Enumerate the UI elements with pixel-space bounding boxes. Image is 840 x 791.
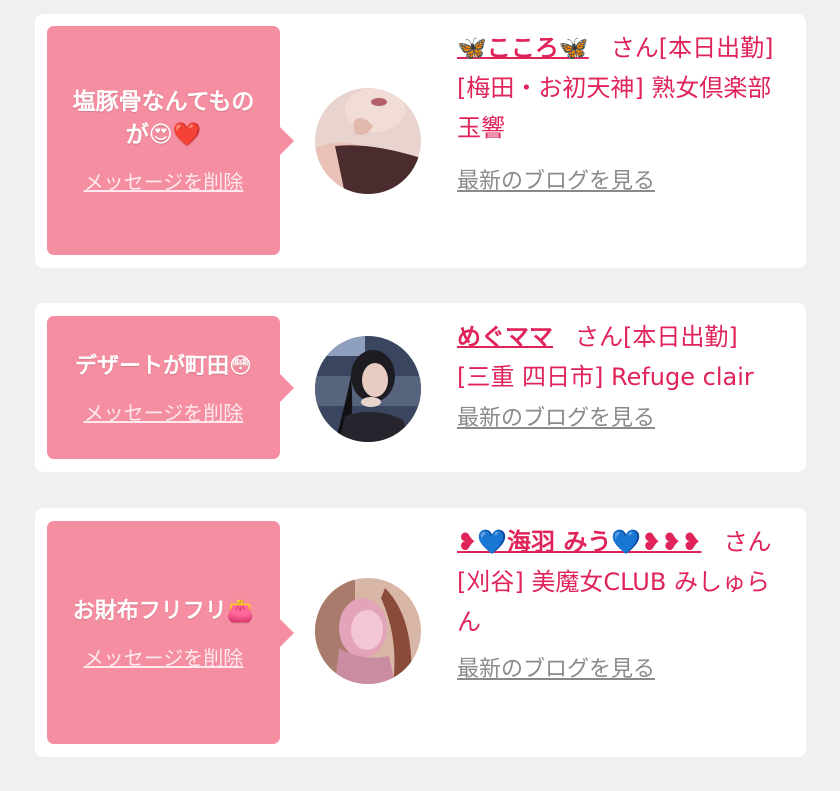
profile-photo-icon — [315, 578, 421, 684]
message-bubble: お財布フリフリ👛 メッセージを削除 — [47, 521, 280, 744]
profile-photo-icon — [315, 336, 421, 442]
work-status: [本日出勤] — [623, 323, 738, 351]
message-text: デザートが町田😳 — [75, 353, 252, 379]
sender-name-link[interactable]: 🦋こころ🦋 — [457, 34, 589, 62]
profile-photo-icon — [315, 88, 421, 194]
latest-blog-link[interactable]: 最新のブログを見る — [457, 650, 655, 690]
avatar[interactable] — [315, 336, 421, 442]
message-card: お財布フリフリ👛 メッセージを削除 ❥💙海羽 みう💙❥❥❥ さん [刈谷] 美魔女… — [35, 508, 806, 757]
message-text: 塩豚骨なんてものが😍❤️ — [72, 89, 255, 148]
avatar[interactable] — [315, 578, 421, 684]
honorific: さん — [610, 34, 659, 62]
latest-blog-link[interactable]: 最新のブログを見る — [457, 399, 655, 439]
honorific: さん — [723, 528, 772, 556]
shop-name: [梅田・お初天神] 熟女倶楽部 玉響 — [457, 74, 772, 142]
sender-info: 🦋こころ🦋 さん[本日出勤] [梅田・お初天神] 熟女倶楽部 玉響 最新のブログを… — [457, 28, 787, 202]
message-card: デザートが町田😳 メッセージを削除 めぐママ さん[本日出勤] [三重 四日市] … — [35, 303, 806, 472]
sender-info: ❥💙海羽 みう💙❥❥❥ さん [刈谷] 美魔女CLUB みしゅらん 最新のブログを… — [457, 522, 787, 690]
shop-name: [三重 四日市] Refuge clair — [457, 363, 754, 391]
shop-name: [刈谷] 美魔女CLUB みしゅらん — [457, 568, 770, 636]
message-bubble: 塩豚骨なんてものが😍❤️ メッセージを削除 — [47, 26, 280, 255]
sender-info: めぐママ さん[本日出勤] [三重 四日市] Refuge clair 最新のブロ… — [457, 317, 797, 439]
delete-message-link[interactable]: メッセージを削除 — [84, 166, 244, 195]
sender-name-link[interactable]: めぐママ — [457, 323, 553, 351]
delete-message-link[interactable]: メッセージを削除 — [84, 397, 244, 426]
delete-message-link[interactable]: メッセージを削除 — [84, 642, 244, 671]
avatar[interactable] — [315, 88, 421, 194]
message-text: お財布フリフリ👛 — [72, 598, 255, 624]
honorific: さん — [575, 323, 623, 351]
message-card: 塩豚骨なんてものが😍❤️ メッセージを削除 🦋こころ🦋 さん[本日出勤] [梅田・… — [35, 14, 806, 268]
message-bubble: デザートが町田😳 メッセージを削除 — [47, 316, 280, 459]
work-status: [本日出勤] — [658, 34, 774, 62]
latest-blog-link[interactable]: 最新のブログを見る — [457, 162, 655, 202]
sender-name-link[interactable]: ❥💙海羽 みう💙❥❥❥ — [457, 528, 702, 556]
